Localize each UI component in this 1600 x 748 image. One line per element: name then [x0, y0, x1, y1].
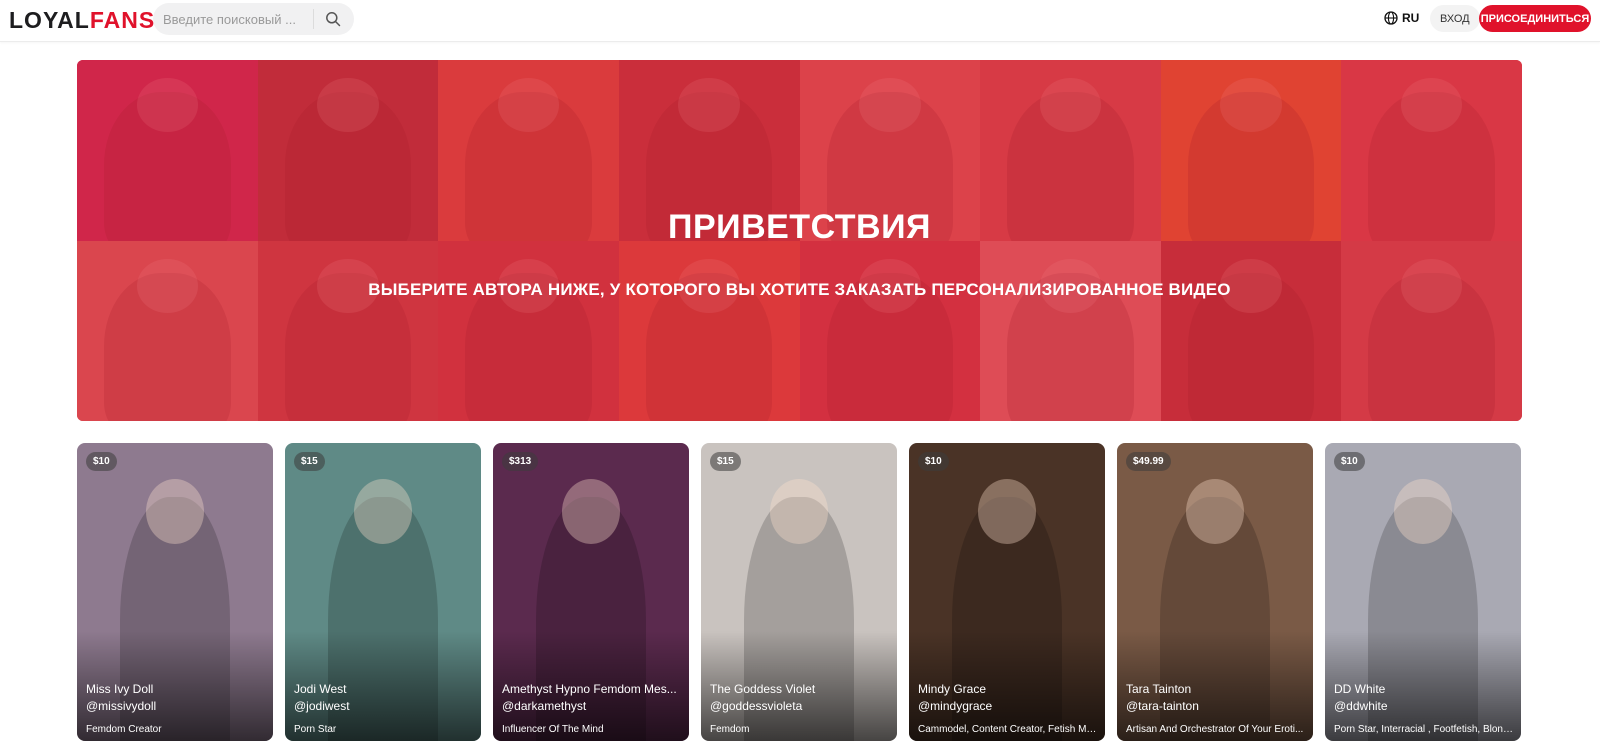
creator-card[interactable]: $49.99 Tara Tainton @tara-tainton Artisa… — [1117, 443, 1313, 741]
price-badge: $10 — [1334, 452, 1365, 471]
creator-photo-face — [977, 478, 1037, 545]
creator-category: Femdom Creator — [86, 724, 162, 735]
creator-name: Amethyst Hypno Femdom Mes... — [502, 682, 677, 696]
creator-card-list: $10 Miss Ivy Doll @missivydoll Femdom Cr… — [77, 443, 1522, 741]
creator-photo-face — [353, 478, 413, 545]
price-badge: $15 — [294, 452, 325, 471]
creator-category: Influencer Of The Mind — [502, 724, 604, 735]
language-selector[interactable]: RU — [1384, 11, 1419, 25]
creator-photo-face — [1393, 478, 1453, 545]
top-navbar: LOYALFANS RU ВХОД ПРИСОЕДИНИТЬСЯ — [0, 0, 1600, 42]
price-badge: $10 — [918, 452, 949, 471]
creator-photo-face — [769, 478, 829, 545]
creator-handle: @tara-tainton — [1126, 699, 1199, 713]
creator-name: DD White — [1334, 682, 1386, 696]
creator-name: Tara Tainton — [1126, 682, 1192, 696]
creator-name: Mindy Grace — [918, 682, 987, 696]
creator-card[interactable]: $10 Miss Ivy Doll @missivydoll Femdom Cr… — [77, 443, 273, 741]
join-button[interactable]: ПРИСОЕДИНИТЬСЯ — [1479, 5, 1591, 32]
price-badge: $49.99 — [1126, 452, 1171, 471]
search-button[interactable] — [314, 4, 352, 34]
price-badge: $313 — [502, 452, 539, 471]
creator-name: Miss Ivy Doll — [86, 682, 154, 696]
logo-text-loyal: LOYAL — [9, 7, 90, 33]
creator-handle: @missivydoll — [86, 699, 157, 713]
hero-title: ПРИВЕТСТВИЯ — [668, 208, 931, 246]
creator-handle: @mindygrace — [918, 699, 993, 713]
creator-handle: @jodiwest — [294, 699, 350, 713]
creator-photo-face — [561, 478, 621, 545]
hero-banner: ПРИВЕТСТВИЯ ВЫБЕРИТЕ АВТОРА НИЖЕ, У КОТО… — [77, 60, 1522, 421]
creator-photo-face — [1185, 478, 1245, 545]
globe-icon — [1384, 11, 1398, 25]
creator-card[interactable]: $10 Mindy Grace @mindygrace Cammodel, Co… — [909, 443, 1105, 741]
creator-category: Porn Star, Interracial , Footfetish, Blo… — [1334, 724, 1514, 735]
creator-card[interactable]: $15 Jodi West @jodiwest Porn Star — [285, 443, 481, 741]
hero-subtitle: ВЫБЕРИТЕ АВТОРА НИЖЕ, У КОТОРОГО ВЫ ХОТИ… — [368, 280, 1231, 299]
search-input[interactable] — [153, 4, 313, 34]
creator-card[interactable]: $313 Amethyst Hypno Femdom Mes... @darka… — [493, 443, 689, 741]
creator-handle: @goddessvioleta — [710, 699, 803, 713]
creator-handle: @darkamethyst — [502, 699, 587, 713]
creator-card[interactable]: $15 The Goddess Violet @goddessvioleta F… — [701, 443, 897, 741]
price-badge: $10 — [86, 452, 117, 471]
creator-category: Cammodel, Content Creator, Fetish Mo... — [918, 724, 1098, 735]
language-label: RU — [1402, 11, 1420, 25]
creator-category: Artisan And Orchestrator Of Your Eroti..… — [1126, 724, 1304, 735]
creator-category: Porn Star — [294, 724, 337, 735]
login-button[interactable]: ВХОД — [1430, 5, 1480, 32]
search-icon — [326, 12, 341, 27]
price-badge: $15 — [710, 452, 741, 471]
search-bar — [153, 3, 354, 35]
creator-photo-face — [145, 478, 205, 545]
logo-text-fans: FANS — [89, 7, 156, 33]
creator-card[interactable]: $10 DD White @ddwhite Porn Star, Interra… — [1325, 443, 1521, 741]
loyalfans-logo[interactable]: LOYALFANS — [9, 8, 155, 32]
creator-name: Jodi West — [294, 682, 347, 696]
creator-name: The Goddess Violet — [710, 682, 816, 696]
creator-handle: @ddwhite — [1334, 699, 1388, 713]
creator-category: Femdom — [710, 724, 750, 735]
